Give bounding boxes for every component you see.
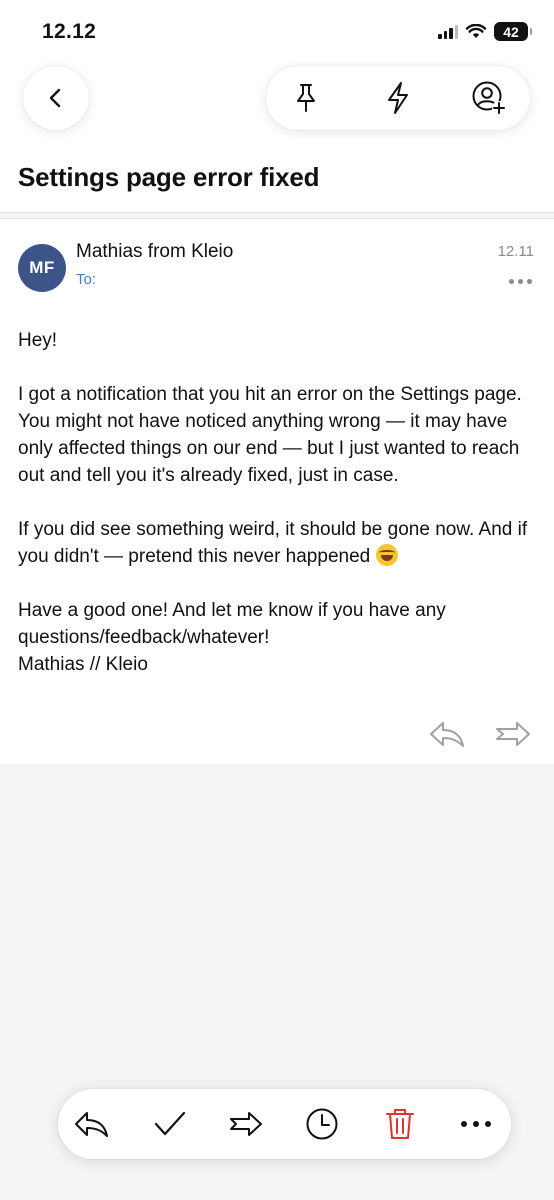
- email-subject: Settings page error fixed: [18, 162, 320, 192]
- laughing-emoji-icon: [375, 544, 398, 566]
- sender-name[interactable]: Mathias from Kleio: [76, 241, 233, 263]
- reply-icon: [430, 722, 464, 747]
- checkmark-icon: [154, 1111, 186, 1136]
- body-paragraph-text: If you did see something weird, it shoul…: [18, 519, 528, 567]
- message-time: 12.11: [497, 243, 534, 260]
- pin-icon: [297, 84, 315, 112]
- reply-all-button[interactable]: [74, 1106, 110, 1142]
- battery-icon: 42: [494, 22, 532, 41]
- body-paragraph: If you did see something weird, it shoul…: [18, 516, 540, 570]
- avatar[interactable]: MF: [18, 244, 66, 292]
- reply-all-icon: [75, 1112, 108, 1137]
- delete-button[interactable]: [382, 1106, 418, 1142]
- status-bar: 12.12 42: [0, 0, 554, 64]
- reply-button[interactable]: [428, 719, 466, 749]
- bottom-toolbar: [58, 1089, 511, 1159]
- status-icons: 42: [438, 22, 532, 41]
- add-contact-icon: [472, 81, 506, 115]
- trash-icon: [386, 1109, 414, 1139]
- mark-done-button[interactable]: [152, 1106, 188, 1142]
- pin-button[interactable]: [288, 80, 324, 116]
- clock-icon: [306, 1108, 338, 1140]
- body-paragraph: I got a notification that you hit an err…: [18, 384, 522, 486]
- forward-icon: [230, 1112, 262, 1136]
- recipients-label[interactable]: To:: [76, 271, 96, 288]
- add-contact-button[interactable]: [471, 80, 507, 116]
- lightning-button[interactable]: [380, 80, 416, 116]
- more-icon: [461, 1121, 491, 1127]
- header-actions: [266, 66, 530, 130]
- message-card: MF Mathias from Kleio To: 12.11 Hey! I g…: [0, 219, 554, 764]
- status-time: 12.12: [42, 20, 97, 43]
- wifi-icon: [466, 24, 486, 38]
- divider: [0, 212, 554, 213]
- body-paragraph: Hey!: [18, 330, 58, 351]
- back-icon: [49, 88, 61, 108]
- forward-button[interactable]: [494, 719, 532, 749]
- signal-icon: [438, 24, 458, 39]
- back-button[interactable]: [23, 66, 89, 130]
- forward-icon: [496, 722, 530, 746]
- lightning-icon: [388, 82, 408, 114]
- snooze-button[interactable]: [304, 1106, 340, 1142]
- more-actions-button[interactable]: [458, 1106, 494, 1142]
- forward-toolbar-button[interactable]: [228, 1106, 264, 1142]
- message-body: Hey! I got a notification that you hit a…: [18, 327, 540, 678]
- body-paragraph: Have a good one! And let me know if you …: [18, 600, 446, 675]
- message-more-icon[interactable]: [509, 279, 532, 284]
